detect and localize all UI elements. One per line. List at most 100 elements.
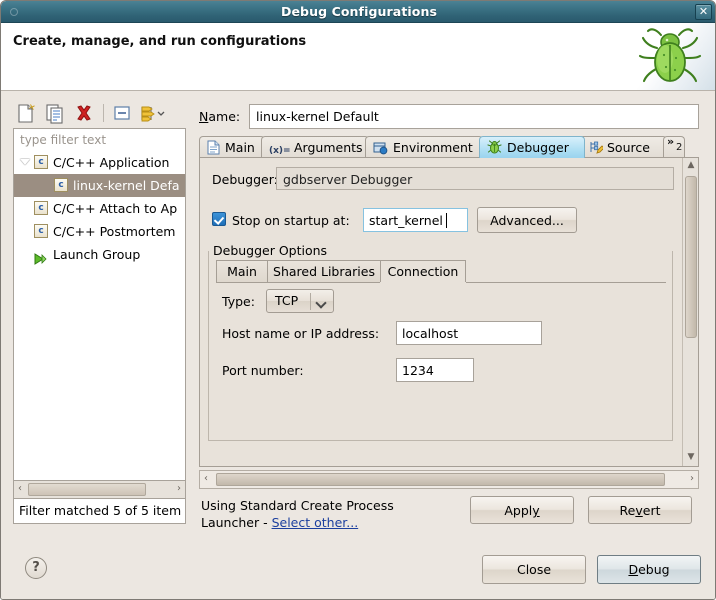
launcher-text-line1: Using Standard Create Process bbox=[201, 498, 394, 513]
content-vertical-scrollbar[interactable]: ▲ ▼ bbox=[682, 158, 698, 466]
name-input[interactable]: linux-kernel Default bbox=[249, 104, 699, 129]
tab-overflow-button[interactable]: » 2 bbox=[663, 135, 685, 158]
tree-item-label: C/C++ Postmortem bbox=[53, 224, 176, 239]
select-other-link[interactable]: Select other... bbox=[272, 515, 359, 530]
debugger-select[interactable]: gdbserver Debugger bbox=[276, 167, 674, 190]
header-banner-image bbox=[625, 23, 715, 90]
tab-debugger[interactable]: Debugger bbox=[479, 136, 585, 158]
connection-type-dropdown[interactable]: TCP bbox=[266, 289, 334, 313]
dropdown-divider bbox=[310, 293, 311, 310]
tree-item-linux-kernel-default[interactable]: c linux-kernel Defa bbox=[14, 174, 185, 197]
bug-icon bbox=[487, 140, 502, 158]
help-icon[interactable]: ? bbox=[25, 557, 47, 579]
page-title: Create, manage, and run configurations bbox=[13, 34, 307, 49]
tree-item-label: linux-kernel Defa bbox=[73, 178, 180, 193]
advanced-button[interactable]: Advanced... bbox=[477, 207, 577, 233]
green-bug-icon bbox=[638, 28, 702, 83]
debugger-options-label: Debugger Options bbox=[210, 243, 331, 258]
configurations-tree[interactable]: c C/C++ Application c linux-kernel Defa … bbox=[13, 151, 186, 481]
source-lookup-icon bbox=[588, 140, 605, 158]
connection-panel: Type: TCP Host name or IP address: local… bbox=[216, 283, 666, 433]
filter-placeholder: type filter text bbox=[20, 133, 107, 147]
collapse-all-icon[interactable] bbox=[111, 103, 133, 124]
document-icon bbox=[207, 140, 220, 158]
tab-arguments[interactable]: (x)= Arguments bbox=[261, 136, 369, 158]
type-label: Type: bbox=[222, 294, 255, 309]
debugger-tab-panel: Debugger: gdbserver Debugger Stop on sta… bbox=[199, 157, 699, 467]
scroll-left-icon[interactable]: ‹ bbox=[18, 481, 22, 497]
chevron-down-icon bbox=[315, 297, 327, 309]
scroll-right-icon[interactable]: › bbox=[177, 481, 181, 497]
debug-configurations-dialog: Debug Configurations ✕ Create, manage, a… bbox=[0, 0, 716, 600]
window-titlebar: Debug Configurations ✕ bbox=[1, 1, 715, 23]
scrollbar-thumb[interactable] bbox=[685, 176, 697, 338]
port-label: Port number: bbox=[222, 363, 304, 378]
close-button[interactable]: Close bbox=[482, 555, 586, 584]
configuration-editor: Name: linux-kernel Default Main (x)= Arg… bbox=[195, 99, 703, 530]
scroll-up-icon[interactable]: ▲ bbox=[683, 158, 699, 174]
tree-item-label: C/C++ Attach to Ap bbox=[53, 201, 178, 216]
tree-horizontal-scrollbar[interactable]: ‹ › bbox=[13, 481, 186, 499]
tab-main[interactable]: Main bbox=[199, 136, 265, 158]
tab-label: Source bbox=[607, 140, 650, 155]
inner-tab-shared-libraries[interactable]: Shared Libraries bbox=[267, 260, 381, 283]
host-label: Host name or IP address: bbox=[222, 326, 380, 341]
filter-arrows-icon[interactable] bbox=[138, 103, 168, 124]
tree-item-label: Launch Group bbox=[53, 247, 141, 262]
scroll-left-icon[interactable]: ‹ bbox=[204, 471, 208, 487]
debugger-label: Debugger: bbox=[212, 172, 278, 187]
tab-environment[interactable]: Environment bbox=[365, 136, 483, 158]
arguments-icon: (x)= bbox=[269, 146, 291, 156]
tree-item-launch-group[interactable]: Launch Group bbox=[14, 243, 185, 266]
stop-on-startup-checkbox[interactable] bbox=[212, 212, 226, 226]
tree-item-cpp-postmortem[interactable]: c C/C++ Postmortem bbox=[14, 220, 185, 243]
tree-item-label: C/C++ Application bbox=[53, 155, 170, 170]
configurations-panel: type filter text c C/C++ Application c l… bbox=[11, 99, 186, 524]
close-icon[interactable]: ✕ bbox=[695, 4, 712, 20]
filter-status-label: Filter matched 5 of 5 item bbox=[19, 503, 182, 518]
revert-button[interactable]: Revert bbox=[588, 496, 692, 524]
tab-label: Arguments bbox=[294, 140, 363, 155]
scroll-down-icon[interactable]: ▼ bbox=[683, 450, 699, 466]
tree-item-cpp-attach[interactable]: c C/C++ Attach to Ap bbox=[14, 197, 185, 220]
window-title: Debug Configurations bbox=[280, 4, 438, 19]
scrollbar-thumb[interactable] bbox=[216, 473, 665, 486]
active-inner-tab-mask bbox=[380, 282, 466, 283]
c-file-icon: c bbox=[34, 201, 48, 215]
tab-overflow-count: 2 bbox=[676, 142, 683, 153]
scroll-right-icon[interactable]: › bbox=[690, 471, 694, 487]
port-input[interactable]: 1234 bbox=[396, 358, 474, 382]
filter-input[interactable]: type filter text bbox=[13, 128, 186, 151]
host-value: localhost bbox=[402, 326, 459, 341]
twisty-expanded-icon[interactable] bbox=[20, 159, 30, 165]
c-file-icon: c bbox=[54, 178, 68, 192]
copy-document-icon[interactable] bbox=[44, 103, 66, 124]
launcher-text-line2: Launcher - bbox=[201, 515, 272, 530]
new-document-icon[interactable] bbox=[15, 103, 37, 124]
tab-source[interactable]: Source bbox=[579, 136, 667, 158]
inner-tab-connection[interactable]: Connection bbox=[380, 260, 466, 283]
configurations-toolbar bbox=[11, 99, 186, 127]
tab-strip: Main (x)= Arguments Environment Debugger… bbox=[199, 135, 699, 158]
toolbar-separator bbox=[103, 104, 104, 122]
dialog-body: type filter text c C/C++ Application c l… bbox=[1, 91, 715, 537]
inner-tab-label: Shared Libraries bbox=[273, 264, 375, 279]
name-value: linux-kernel Default bbox=[256, 109, 379, 124]
content-horizontal-scrollbar[interactable]: ‹ › bbox=[199, 470, 699, 489]
apply-button[interactable]: Apply bbox=[470, 496, 574, 524]
environment-icon bbox=[373, 140, 388, 158]
port-value: 1234 bbox=[402, 363, 434, 378]
inner-tab-main[interactable]: Main bbox=[216, 260, 268, 283]
text-caret bbox=[446, 213, 447, 228]
green-play-icon bbox=[34, 249, 48, 272]
stop-on-startup-input[interactable]: start_kernel bbox=[363, 208, 468, 232]
scrollbar-thumb[interactable] bbox=[28, 483, 146, 496]
stop-on-startup-label: Stop on startup at: bbox=[232, 213, 350, 228]
red-x-icon[interactable] bbox=[73, 103, 95, 124]
tab-label: Main bbox=[225, 140, 255, 155]
tree-item-cpp-application[interactable]: c C/C++ Application bbox=[14, 151, 185, 174]
host-input[interactable]: localhost bbox=[396, 321, 542, 345]
connection-type-value: TCP bbox=[275, 293, 299, 308]
debug-button[interactable]: Debug bbox=[597, 555, 701, 584]
inner-tab-label: Connection bbox=[387, 264, 459, 279]
